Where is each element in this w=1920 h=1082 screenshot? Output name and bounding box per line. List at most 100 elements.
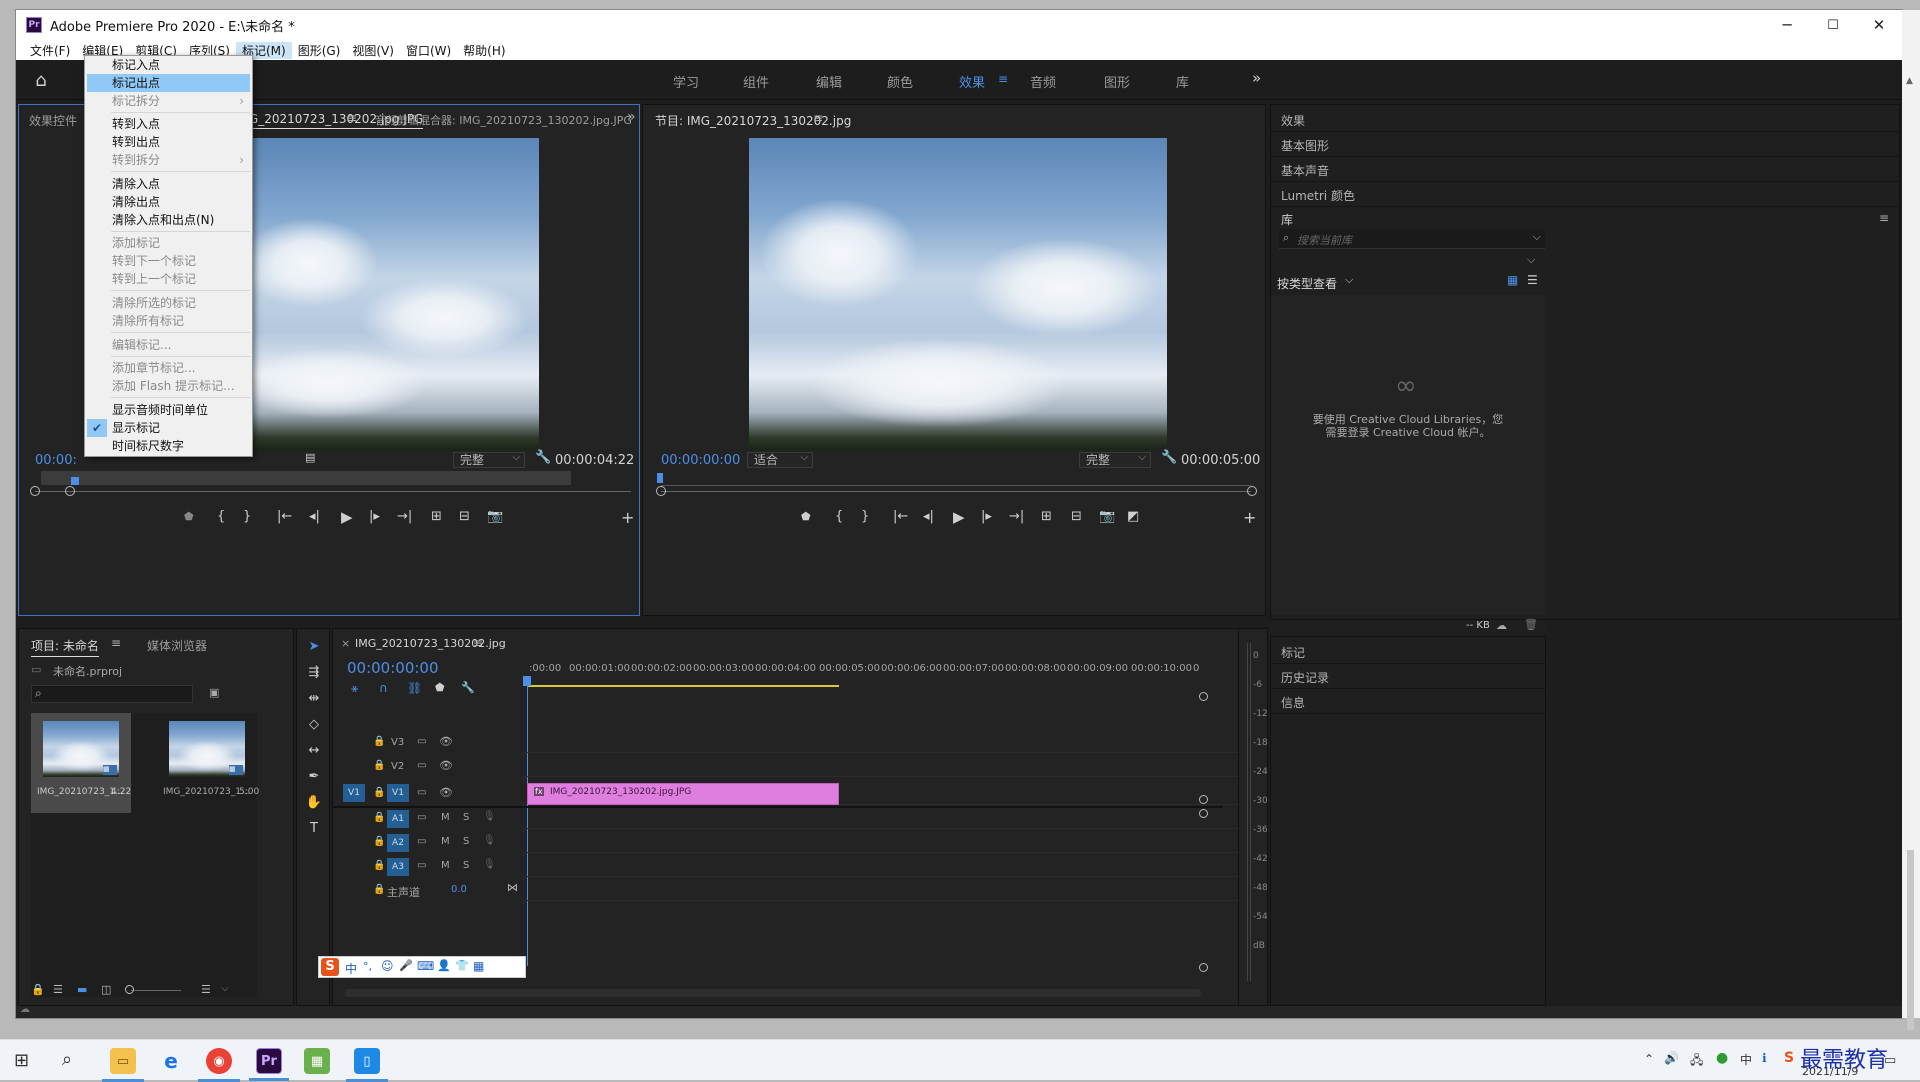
eye-icon[interactable]: 👁 [439, 786, 453, 799]
timeline-azoom-bottom-handle[interactable] [1199, 963, 1208, 972]
voiceover-mic-icon[interactable]: 🎙 [483, 811, 496, 822]
workspace-libraries[interactable]: 库 [1176, 72, 1189, 91]
sync-lock-icon[interactable]: ▭ [417, 812, 426, 823]
panel-history[interactable]: 历史记录 [1281, 669, 1329, 686]
libraries-search-chevron-icon[interactable]: ⌵ [1533, 230, 1541, 244]
scroll-up-icon[interactable]: ▲ [1906, 76, 1913, 86]
menu-window[interactable]: 窗口(W) [400, 42, 457, 59]
snap-icon[interactable]: ∩ [379, 681, 388, 695]
panel-markers[interactable]: 标记 [1281, 644, 1305, 661]
program-step-back-icon[interactable]: ◂| [923, 509, 934, 524]
ime-voice-icon[interactable]: 🎤 [399, 959, 413, 972]
menu-item-add-chapter-marker[interactable]: 添加章节标记... [85, 359, 252, 377]
list-view-icon[interactable]: ☰ [53, 983, 63, 996]
tab-sequence[interactable]: IMG_20210723_130202.jpg [355, 637, 506, 650]
program-menu-icon[interactable]: ≡ [813, 111, 823, 125]
track-lock-icon[interactable]: 🔒 [373, 860, 385, 871]
libraries-selector-chevron-icon[interactable]: ⌵ [1527, 253, 1535, 267]
track-label[interactable]: V2 [391, 761, 404, 772]
slip-tool-icon[interactable]: ↔ [304, 743, 324, 761]
ime-chinese-mode[interactable]: 中 [345, 960, 357, 977]
source-patch-v1[interactable]: V1 [343, 784, 365, 802]
program-zoom-bar[interactable] [661, 491, 1251, 492]
program-zoom-left-handle[interactable] [656, 486, 666, 496]
app-window-icon[interactable]: ▯ [346, 1048, 388, 1082]
source-add-marker-icon[interactable]: ⬟ [184, 510, 194, 523]
track-label[interactable]: A2 [387, 834, 409, 852]
program-export-frame-icon[interactable]: 📷 [1099, 509, 1115, 524]
hand-tool-icon[interactable]: ✋ [304, 795, 324, 813]
tab-audio-clip-mixer[interactable]: 音频剪辑混合器: IMG_20210723_130202.jpg.JPG [375, 112, 632, 128]
minimize-button[interactable]: ─ [1764, 10, 1810, 40]
tray-ime-icon[interactable]: 中 [1740, 1051, 1752, 1068]
program-add-marker-icon[interactable]: ⬟ [801, 510, 811, 523]
menu-item-goto-out[interactable]: 转到出点 [85, 133, 252, 151]
project-menu-icon[interactable]: ≡ [111, 636, 121, 650]
home-icon[interactable]: ⌂ [28, 67, 54, 93]
menu-item-add-marker[interactable]: 添加标记 [85, 234, 252, 252]
menu-item-add-flash-cue[interactable]: 添加 Flash 提示标记... [85, 377, 252, 395]
source-step-forward-icon[interactable]: |▸ [369, 509, 380, 524]
program-time-ruler[interactable] [661, 485, 1251, 486]
menu-item-next-marker[interactable]: 转到下一个标记 [85, 252, 252, 270]
program-goto-in-icon[interactable]: |← [893, 509, 908, 524]
libraries-search-field[interactable]: ⌕ 搜索当前库 ⌵ [1279, 229, 1545, 249]
desktop-scroll-thumb[interactable] [1907, 850, 1914, 1030]
mute-button[interactable]: M [441, 860, 450, 871]
voiceover-mic-icon[interactable]: 🎙 [483, 835, 496, 846]
tab-effect-controls[interactable]: 效果控件 [29, 112, 77, 129]
sync-lock-icon[interactable]: ▭ [417, 836, 426, 847]
panel-lumetri-color[interactable]: Lumetri 颜色 [1281, 187, 1355, 204]
source-playhead[interactable] [71, 477, 79, 485]
timeline-vzoom-mid-handle[interactable] [1199, 795, 1208, 804]
track-a1[interactable] [523, 809, 1243, 829]
track-a2[interactable] [523, 833, 1243, 853]
type-tool-icon[interactable]: T [304, 821, 324, 839]
menu-help[interactable]: 帮助(H) [457, 42, 511, 59]
track-label[interactable]: V3 [391, 737, 404, 748]
workspace-color[interactable]: 颜色 [887, 72, 913, 91]
sync-lock-icon[interactable]: ▭ [417, 760, 426, 771]
panel-essential-sound[interactable]: 基本声音 [1281, 162, 1329, 179]
track-a3[interactable] [523, 857, 1243, 877]
source-goto-out-icon[interactable]: →| [397, 509, 412, 524]
source-overwrite-icon[interactable]: ⊟ [459, 509, 470, 524]
zoom-slider-handle[interactable] [125, 985, 134, 994]
tray-app-icon[interactable]: ● [1716, 1050, 1728, 1066]
panel-effects[interactable]: 效果 [1281, 112, 1305, 129]
track-lock-icon[interactable]: 🔒 [373, 812, 385, 823]
panel-essential-graphics[interactable]: 基本图形 [1281, 137, 1329, 154]
source-quality-select[interactable]: 完整 [453, 451, 525, 468]
maximize-button[interactable]: ☐ [1810, 10, 1856, 40]
timeline-horizontal-scrollbar[interactable] [345, 989, 1201, 997]
program-button-editor-icon[interactable]: + [1243, 508, 1256, 527]
solo-button[interactable]: S [463, 812, 469, 823]
menu-item-show-markers[interactable]: 显示标记 [85, 419, 252, 437]
program-mark-out-icon[interactable]: } [861, 509, 869, 524]
mute-button[interactable]: M [441, 836, 450, 847]
program-goto-out-icon[interactable]: →| [1009, 509, 1024, 524]
master-volume-value[interactable]: 0.0 [451, 884, 467, 895]
source-mark-out-icon[interactable]: } [243, 509, 251, 524]
menu-graphics[interactable]: 图形(G) [292, 42, 347, 59]
program-wrench-icon[interactable]: 🔧 [1161, 450, 1177, 465]
menu-item-mark-in[interactable]: 标记入点 [85, 56, 252, 74]
sync-lock-icon[interactable]: ▭ [417, 787, 426, 798]
program-quality-select[interactable]: 完整 [1079, 451, 1151, 468]
menu-item-clear-in-out[interactable]: 清除入点和出点(N) [85, 211, 252, 229]
menu-item-edit-marker[interactable]: 编辑标记... [85, 336, 252, 354]
program-play-icon[interactable]: ▶ [953, 508, 965, 526]
project-item[interactable]: ▦ IMG_20210723_1... 5:00 [157, 713, 259, 813]
menu-item-goto-in[interactable]: 转到入点 [85, 115, 252, 133]
new-bin-icon[interactable]: ▣ [209, 686, 219, 699]
master-go-to-icon[interactable]: ⋈ [507, 881, 518, 894]
track-lock-icon[interactable]: 🔒 [373, 787, 385, 798]
menu-item-clear-selected-markers[interactable]: 清除所选的标记 [85, 294, 252, 312]
track-v2[interactable] [523, 757, 1243, 777]
eye-icon[interactable]: 👁 [439, 735, 453, 748]
menu-item-clear-all-markers[interactable]: 清除所有标记 [85, 312, 252, 330]
track-label[interactable]: A3 [387, 858, 409, 876]
premiere-taskbar-icon[interactable]: Pr [249, 1048, 289, 1081]
tray-chevron-icon[interactable]: ⌃ [1644, 1052, 1654, 1066]
nest-toggle-icon[interactable]: ⚹ [351, 681, 358, 696]
